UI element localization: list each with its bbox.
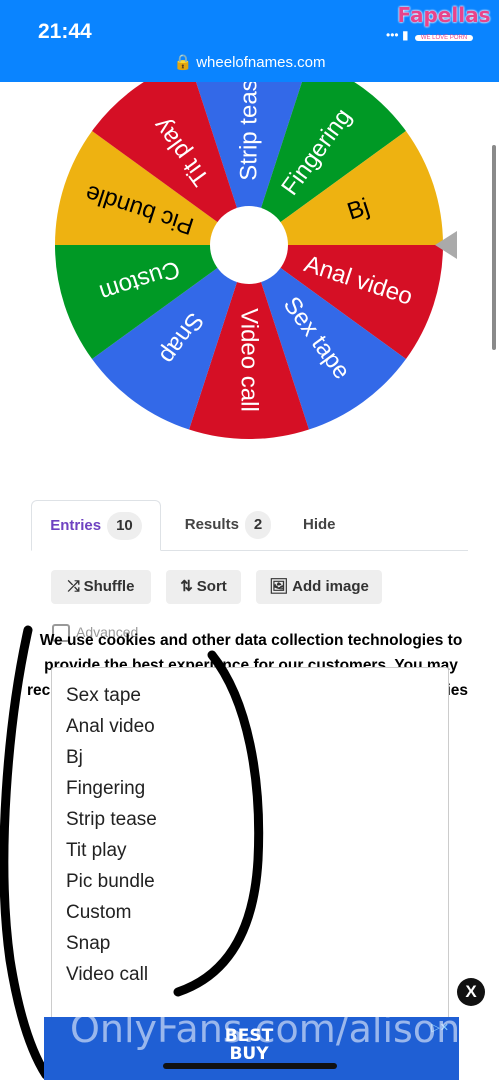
wheel-hub[interactable] <box>210 206 288 284</box>
shuffle-button[interactable]: ⤮ Shuffle <box>51 570 151 604</box>
entry-line: Fingering <box>66 778 146 799</box>
tab-hide[interactable]: Hide <box>303 500 343 549</box>
url-text: wheelofnames.com <box>196 54 326 71</box>
entry-line: Strip tease <box>66 809 157 830</box>
browser-top-bar: 21:44 ••• ▮ 🔒 wheelofnames.com Fapellas W… <box>0 0 499 82</box>
shuffle-icon: ⤮ <box>67 578 80 595</box>
wheel-container: Strip teas Fingering Bj Anal video Sex tape V… <box>0 82 499 462</box>
home-indicator[interactable] <box>163 1063 337 1069</box>
tab-bar: Entries 10 Results 2 Hide <box>31 500 468 551</box>
entry-line: Anal video <box>66 716 155 737</box>
entries-count-badge: 10 <box>107 512 142 540</box>
url-bar[interactable]: 🔒 wheelofnames.com <box>0 53 499 71</box>
entry-line: Pic bundle <box>66 871 155 892</box>
ad-close-button[interactable]: X <box>457 978 485 1006</box>
entry-line: Snap <box>66 933 111 954</box>
name-wheel[interactable]: Strip teas FingeringBjAnal videoSex tapeV… <box>0 82 499 462</box>
tab-results-label: Results <box>184 516 239 533</box>
lock-icon: 🔒 <box>173 54 193 71</box>
entry-line: Custom <box>66 902 132 923</box>
watermark-text: OnlyFans.com/alisonlyn <box>70 1007 499 1051</box>
sort-button[interactable]: ⇅ Sort <box>166 570 241 604</box>
scrollbar[interactable] <box>492 145 496 350</box>
brand-logo: Fapellas WE LOVE PORN <box>396 3 492 41</box>
tab-results[interactable]: Results 2 <box>178 500 278 549</box>
status-time: 21:44 <box>38 20 92 43</box>
brand-tagline: WE LOVE PORN <box>414 35 474 41</box>
tab-entries[interactable]: Entries 10 <box>31 500 161 551</box>
wheel-segment-label: Strip teas <box>236 82 263 181</box>
entry-line: Bj <box>66 747 83 768</box>
entry-line: Video call <box>66 964 149 985</box>
entry-line: Tit play <box>66 840 127 861</box>
wheel-segment-label: Video call <box>236 308 263 412</box>
brand-name: Fapellas <box>397 3 491 27</box>
results-count-badge: 2 <box>244 511 272 539</box>
image-icon: 🖼 <box>269 578 289 595</box>
sort-icon: ⇅ <box>180 578 193 595</box>
tab-entries-label: Entries <box>50 517 102 534</box>
cookie-line-1: We use cookies and other data collection… <box>39 632 463 649</box>
tab-hide-label: Hide <box>303 516 336 533</box>
entry-line: Sex tape <box>66 685 141 706</box>
entries-textarea[interactable]: Sex tape Anal video Bj Fingering Strip t… <box>51 667 449 1024</box>
add-image-button[interactable]: 🖼 Add image <box>256 570 382 604</box>
